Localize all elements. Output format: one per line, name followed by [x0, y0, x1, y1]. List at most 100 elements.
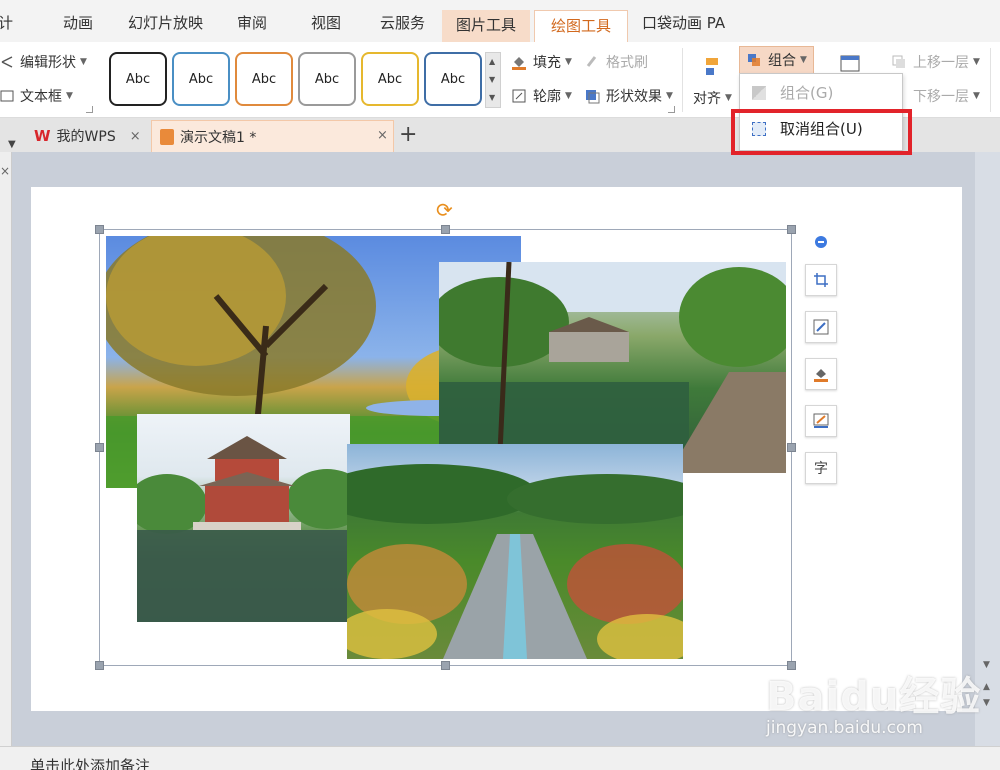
- add-tab-button[interactable]: +: [399, 122, 417, 147]
- group-icon: [752, 85, 766, 100]
- menu-tab-picture-tools[interactable]: 图片工具: [442, 10, 531, 42]
- fill-button[interactable]: 填充 ▼: [511, 52, 572, 72]
- group-icon: [746, 52, 762, 68]
- dialog-launcher-icon[interactable]: [86, 106, 93, 113]
- baidu-watermark: Baidu经验 jingyan.baidu.com: [766, 664, 980, 744]
- text-wrap-tool-button[interactable]: 字: [805, 452, 837, 484]
- edit-shape-icon: [0, 54, 14, 70]
- edit-shape-label: 编辑形状: [20, 55, 76, 71]
- text-wrap-icon: 字: [814, 461, 828, 477]
- menu-tab-pocket-animation[interactable]: 口袋动画 PA: [642, 12, 725, 33]
- chevron-down-icon: ▼: [725, 93, 732, 103]
- resize-handle-top-right[interactable]: [787, 225, 796, 234]
- text-box-icon: [0, 88, 14, 104]
- shape-effects-label: 形状效果: [606, 89, 662, 105]
- send-backward-label: 下移一层: [913, 89, 969, 105]
- align-icon[interactable]: [704, 56, 722, 78]
- menu-tab-view[interactable]: 视图: [311, 12, 341, 33]
- close-icon[interactable]: ×: [377, 128, 388, 143]
- chevron-down-icon[interactable]: ▼: [489, 75, 495, 84]
- ribbon-separator: [990, 48, 991, 112]
- edit-shape-button[interactable]: 编辑形状 ▼: [0, 52, 87, 72]
- next-slide-icon[interactable]: ▼: [983, 698, 990, 708]
- group-selection-frame[interactable]: [99, 229, 792, 666]
- rotate-handle-icon[interactable]: ⟳: [436, 198, 453, 222]
- watermark-logo: Baidu经验: [766, 674, 982, 720]
- shape-effects-button[interactable]: 形状效果 ▼: [584, 86, 673, 106]
- more-icon[interactable]: ▼: [489, 93, 495, 102]
- shape-style-1[interactable]: Abc: [109, 52, 167, 106]
- watermark-url: jingyan.baidu.com: [766, 718, 923, 738]
- resize-handle-top[interactable]: [441, 225, 450, 234]
- annotation-highlight-box: [731, 109, 912, 155]
- resize-handle-right[interactable]: [787, 443, 796, 452]
- pen-icon: [813, 413, 829, 428]
- ribbon-separator: [682, 48, 683, 112]
- selection-pane-icon[interactable]: [840, 54, 860, 74]
- menu-item-group[interactable]: 组合(G): [752, 82, 833, 103]
- menu-tab-slideshow[interactable]: 幻灯片放映: [128, 12, 203, 33]
- group-button[interactable]: 组合 ▼: [739, 46, 814, 74]
- tab-presentation-label: 演示文稿1 *: [180, 129, 257, 146]
- brush-icon: [584, 54, 600, 70]
- resize-handle-bottom[interactable]: [441, 661, 450, 670]
- tab-my-wps-label: 我的WPS: [56, 129, 116, 145]
- menu-tab-animation[interactable]: 动画: [63, 12, 93, 33]
- outline-button[interactable]: 轮廓 ▼: [511, 86, 572, 106]
- previous-slide-icon[interactable]: ▲: [983, 682, 990, 692]
- collapse-toolbar-icon[interactable]: [815, 236, 827, 248]
- scroll-down-icon[interactable]: ▼: [983, 660, 990, 670]
- menu-tab-design[interactable]: 计: [0, 12, 13, 33]
- shape-style-2[interactable]: Abc: [172, 52, 230, 106]
- chevron-down-icon: ▼: [80, 57, 87, 67]
- chevron-down-icon: ▼: [565, 91, 572, 101]
- edit-tool-button[interactable]: [805, 311, 837, 343]
- align-button[interactable]: 对齐 ▼: [693, 88, 732, 108]
- crop-icon: [814, 273, 828, 287]
- tab-presentation[interactable]: 演示文稿1 * ×: [151, 120, 394, 152]
- resize-handle-bottom-left[interactable]: [95, 661, 104, 670]
- text-box-label: 文本框: [20, 89, 62, 105]
- chevron-down-icon: ▼: [800, 55, 807, 65]
- chevron-down-icon: ▼: [565, 57, 572, 67]
- close-panel-icon[interactable]: ×: [0, 164, 10, 178]
- format-painter-label: 格式刷: [606, 55, 648, 71]
- notes-pane[interactable]: 单击此处添加备注: [0, 746, 1000, 770]
- tab-my-wps[interactable]: W 我的WPS ×: [34, 120, 141, 152]
- shape-effects-icon: [584, 88, 600, 104]
- outline-icon: [511, 88, 527, 104]
- chevron-down-icon: ▼: [666, 91, 673, 101]
- bring-forward-button[interactable]: 上移一层 ▼: [891, 52, 980, 72]
- menu-tab-cloud[interactable]: 云服务: [380, 12, 425, 33]
- shape-style-6[interactable]: Abc: [424, 52, 482, 106]
- wps-logo-icon: W: [34, 127, 51, 145]
- align-label: 对齐: [693, 91, 721, 107]
- group-label: 组合: [768, 53, 796, 69]
- chevron-up-icon[interactable]: ▲: [489, 57, 495, 66]
- resize-handle-left[interactable]: [95, 443, 104, 452]
- resize-handle-top-left[interactable]: [95, 225, 104, 234]
- shape-style-gallery: Abc Abc Abc Abc Abc Abc: [106, 50, 502, 110]
- shape-style-5[interactable]: Abc: [361, 52, 419, 106]
- shape-style-3[interactable]: Abc: [235, 52, 293, 106]
- send-backward-button[interactable]: 下移一层 ▼: [891, 86, 980, 106]
- outline-tool-button[interactable]: [805, 405, 837, 437]
- chevron-down-icon: ▼: [973, 91, 980, 101]
- fill-tool-button[interactable]: [805, 358, 837, 390]
- dialog-launcher-icon[interactable]: [668, 106, 675, 113]
- crop-tool-button[interactable]: [805, 264, 837, 296]
- close-icon[interactable]: ×: [130, 129, 141, 144]
- gallery-scroll[interactable]: ▲ ▼ ▼: [485, 52, 501, 108]
- shape-style-4[interactable]: Abc: [298, 52, 356, 106]
- slide-thumbnail-panel[interactable]: [0, 152, 12, 746]
- vertical-scrollbar[interactable]: ▼ ▲ ▼: [975, 152, 1000, 746]
- paint-bucket-icon: [814, 369, 828, 382]
- presentation-file-icon: [160, 128, 174, 145]
- text-box-button[interactable]: 文本框 ▼: [0, 86, 73, 106]
- chevron-down-icon: ▼: [66, 91, 73, 101]
- fill-label: 填充: [533, 55, 561, 71]
- menu-tab-drawing-tools[interactable]: 绘图工具: [534, 10, 629, 44]
- menu-tab-review[interactable]: 审阅: [237, 12, 267, 33]
- format-painter-button[interactable]: 格式刷: [584, 52, 648, 72]
- menu-item-group-label: 组合(G): [780, 84, 834, 102]
